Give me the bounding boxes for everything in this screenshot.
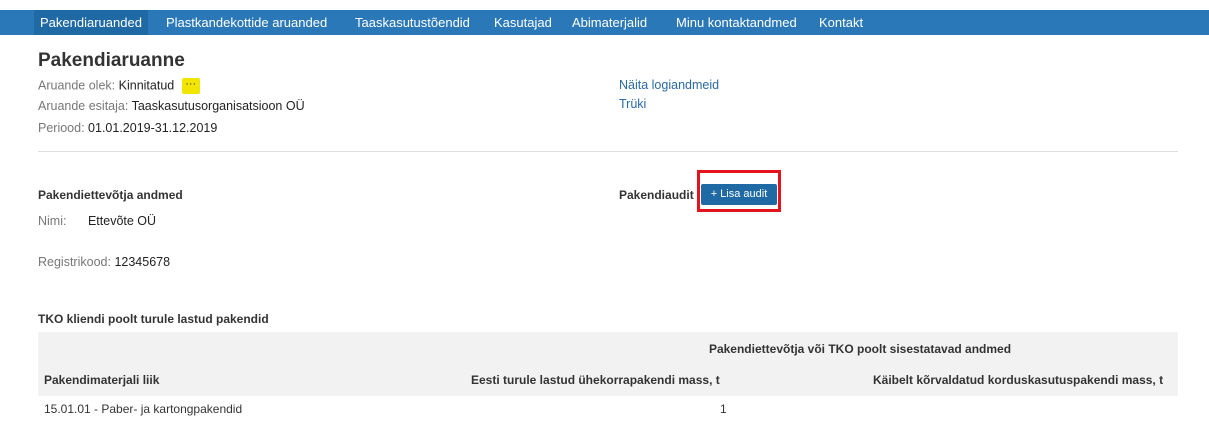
company-name-value: Ettevõte OÜ bbox=[87, 214, 157, 228]
print-link[interactable]: Trüki bbox=[619, 97, 646, 111]
show-log-link[interactable]: Näita logiandmeid bbox=[619, 78, 719, 92]
status-menu-button[interactable]: ··· bbox=[181, 78, 200, 94]
page-title: Pakendiaruanne bbox=[38, 50, 185, 71]
submitter-value: Taaskasutusorganisatsioon OÜ bbox=[131, 99, 305, 113]
company-section-title: Pakendiettevõtja andmed bbox=[38, 188, 183, 202]
status-label: Aruande olek: bbox=[38, 78, 116, 93]
nav-item-abimaterjalid[interactable]: Abimaterjalid bbox=[566, 10, 653, 35]
cell-single-use-mass: 1 bbox=[720, 402, 727, 416]
nav-item-kontakt[interactable]: Kontakt bbox=[813, 10, 869, 35]
report-period: Periood: 01.01.2019-31.12.2019 bbox=[38, 121, 217, 135]
cell-material: 15.01.01 - Paber- ja kartongpakendid bbox=[44, 402, 243, 416]
top-navigation: Pakendiaruanded Plastkandekottide aruand… bbox=[0, 10, 1209, 35]
nav-item-pakendiaruanded[interactable]: Pakendiaruanded bbox=[34, 10, 148, 35]
nav-item-plastkandekottide-aruanded[interactable]: Plastkandekottide aruanded bbox=[160, 10, 333, 35]
column-header-material: Pakendimaterjali liik bbox=[44, 373, 160, 387]
column-header-single-use-mass: Eesti turule lastud ühekorrapakendi mass… bbox=[471, 373, 720, 387]
nav-item-minu-kontaktandmed[interactable]: Minu kontaktandmed bbox=[670, 10, 803, 35]
status-value: Kinnitatud bbox=[118, 78, 175, 93]
period-label: Periood: bbox=[38, 121, 85, 135]
reg-code-value: 12345678 bbox=[114, 255, 171, 269]
table-caption: TKO kliendi poolt turule lastud pakendid bbox=[38, 312, 269, 326]
report-submitter: Aruande esitaja: Taaskasutusorganisatsio… bbox=[38, 99, 305, 113]
nav-item-kasutajad[interactable]: Kasutajad bbox=[488, 10, 558, 35]
company-name: Nimi: Ettevõte OÜ bbox=[38, 214, 156, 228]
company-name-label: Nimi: bbox=[38, 214, 67, 228]
report-status: Aruande olek: Kinnitatud ··· bbox=[38, 78, 200, 94]
nav-item-taaskasutustoendid[interactable]: Taaskasutustõendid bbox=[349, 10, 476, 35]
reg-code-label: Registrikood: bbox=[38, 255, 111, 269]
audit-section-title: Pakendiaudit bbox=[619, 188, 694, 202]
submitter-label: Aruande esitaja: bbox=[38, 99, 129, 113]
company-reg-code: Registrikood: 12345678 bbox=[38, 255, 170, 269]
divider bbox=[38, 151, 1178, 152]
period-value: 01.01.2019-31.12.2019 bbox=[88, 121, 218, 135]
column-header-reuse-mass: Käibelt kõrvaldatud korduskasutuspakendi… bbox=[873, 373, 1164, 387]
highlight-annotation bbox=[697, 170, 781, 212]
table-group-header: Pakendiettevõtja või TKO poolt sisestata… bbox=[708, 342, 1012, 356]
